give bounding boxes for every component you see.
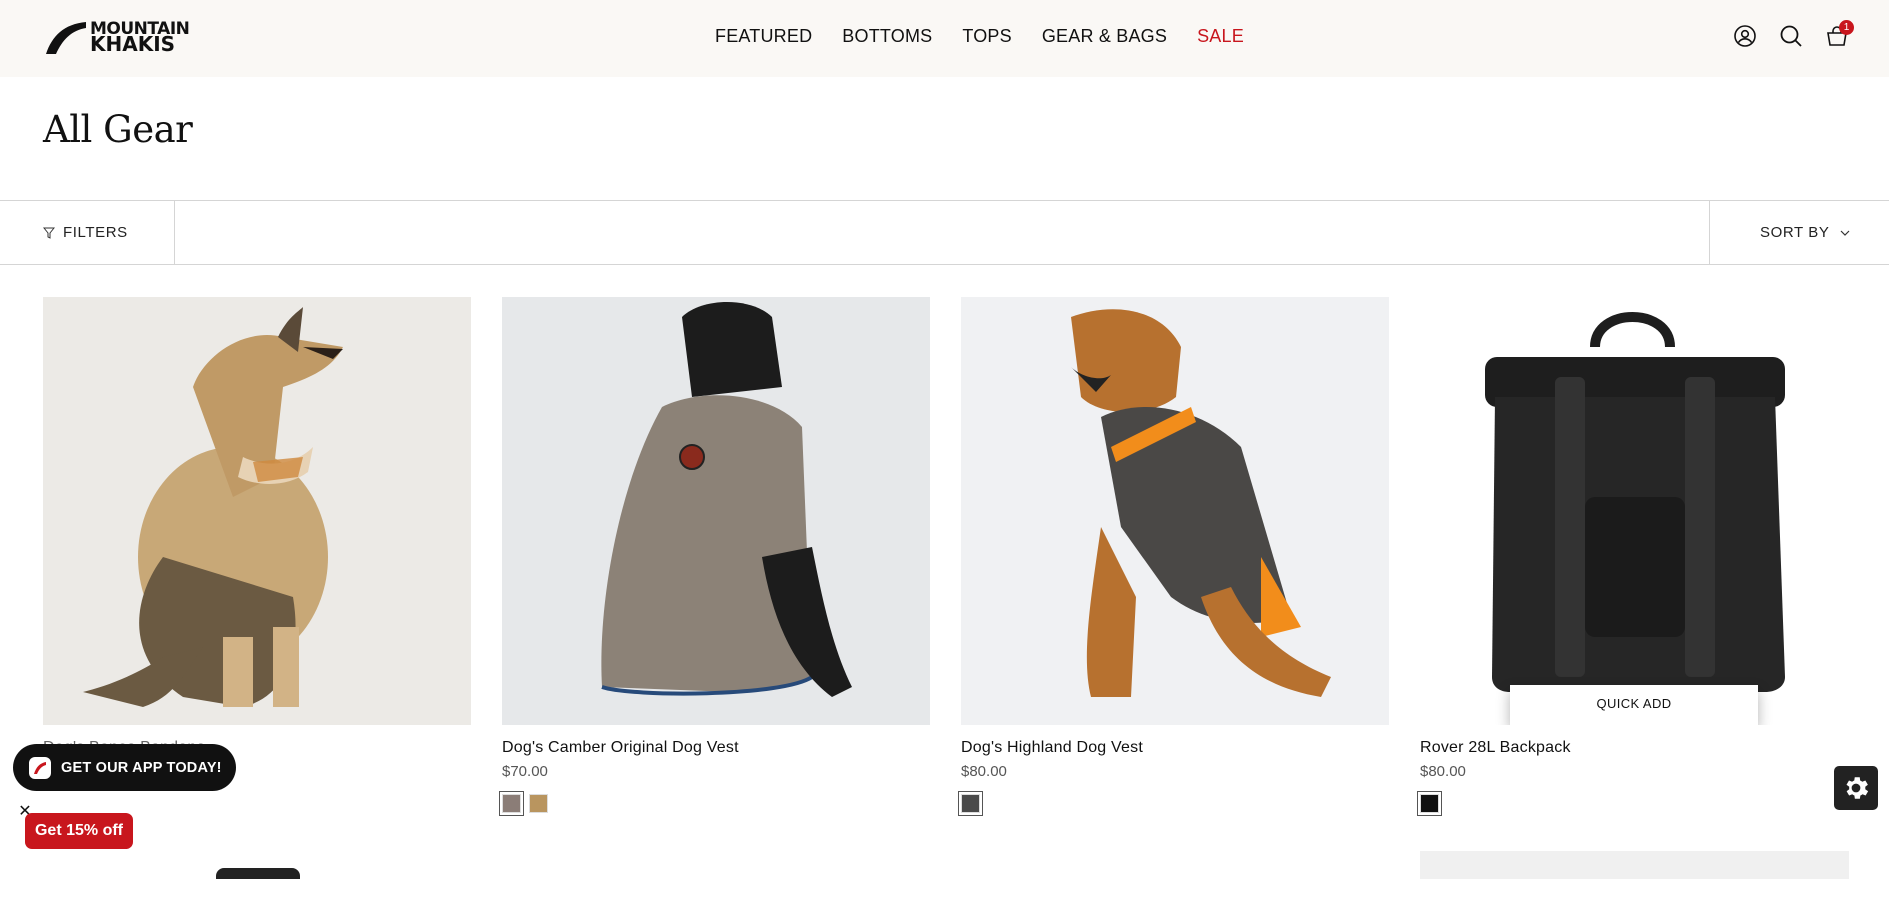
search-icon[interactable] [1779,24,1803,48]
product-image[interactable] [961,297,1389,725]
color-swatch[interactable] [1417,791,1442,816]
logo-line-2: KHAKIS [90,32,176,56]
nav-tops[interactable]: TOPS [962,26,1011,47]
header-icons: 1 [1733,20,1854,48]
filter-icon [43,227,55,239]
cart-count-badge: 1 [1839,20,1854,35]
product-card[interactable]: Dog's Highland Dog Vest $80.00 [958,297,1389,816]
logo[interactable]: MOUNTAIN KHAKIS [46,20,210,56]
filters-label: FILTERS [63,224,128,241]
chevron-down-icon [1840,230,1849,236]
color-swatch[interactable] [529,794,548,813]
color-swatches [958,791,1389,816]
next-row-product-preview [216,868,300,879]
nav-bottoms[interactable]: BOTTOMS [842,26,932,47]
sort-by-label: SORT BY [1760,224,1830,241]
product-card[interactable]: Dog's Bones Bandana [43,297,471,790]
product-image[interactable]: QUICK ADD [1420,297,1848,725]
mountain-logo-icon [46,22,86,54]
product-name[interactable]: Rover 28L Backpack [1420,739,1848,757]
product-price: $70.00 [502,763,548,780]
site-header: MOUNTAIN KHAKIS FEATURED BOTTOMS TOPS GE… [0,0,1889,77]
next-row-card-preview [1420,851,1849,879]
main-nav: FEATURED BOTTOMS TOPS GEAR & BAGS SALE [715,26,1274,47]
product-card[interactable]: QUICK ADD Rover 28L Backpack $80.00 [1417,297,1848,816]
quick-add-button[interactable]: QUICK ADD [1510,685,1758,725]
product-price: $80.00 [1420,763,1466,780]
product-image[interactable] [502,297,930,725]
app-logo-icon [29,756,51,779]
nav-sale[interactable]: SALE [1197,26,1244,47]
app-banner-label: GET OUR APP TODAY! [61,759,222,776]
color-swatch[interactable] [958,791,983,816]
product-grid: Dog's Bones Bandana Dog's Camber Origina… [43,297,1849,897]
product-name[interactable]: Dog's Highland Dog Vest [961,739,1389,757]
app-download-banner[interactable]: GET OUR APP TODAY! [13,744,236,791]
nav-gear-bags[interactable]: GEAR & BAGS [1042,26,1167,47]
filters-button[interactable]: FILTERS [0,201,175,264]
cart-icon[interactable]: 1 [1825,20,1854,48]
accessibility-settings-button[interactable] [1834,766,1878,810]
discount-promo-button[interactable]: Get 15% off [25,813,133,849]
product-price: $80.00 [961,763,1007,780]
logo-text: MOUNTAIN KHAKIS [90,21,190,56]
nav-featured[interactable]: FEATURED [715,26,812,47]
page-title: All Gear [43,108,193,151]
sort-by-dropdown[interactable]: SORT BY [1709,201,1889,264]
color-swatches [1417,791,1848,816]
color-swatches [499,791,930,816]
product-card[interactable]: Dog's Camber Original Dog Vest $70.00 [499,297,930,816]
account-icon[interactable] [1733,24,1757,48]
gear-icon [1846,777,1869,799]
product-name[interactable]: Dog's Camber Original Dog Vest [502,739,930,757]
color-swatch[interactable] [499,791,524,816]
product-image[interactable] [43,297,471,725]
collection-toolbar: FILTERS SORT BY [0,200,1889,265]
